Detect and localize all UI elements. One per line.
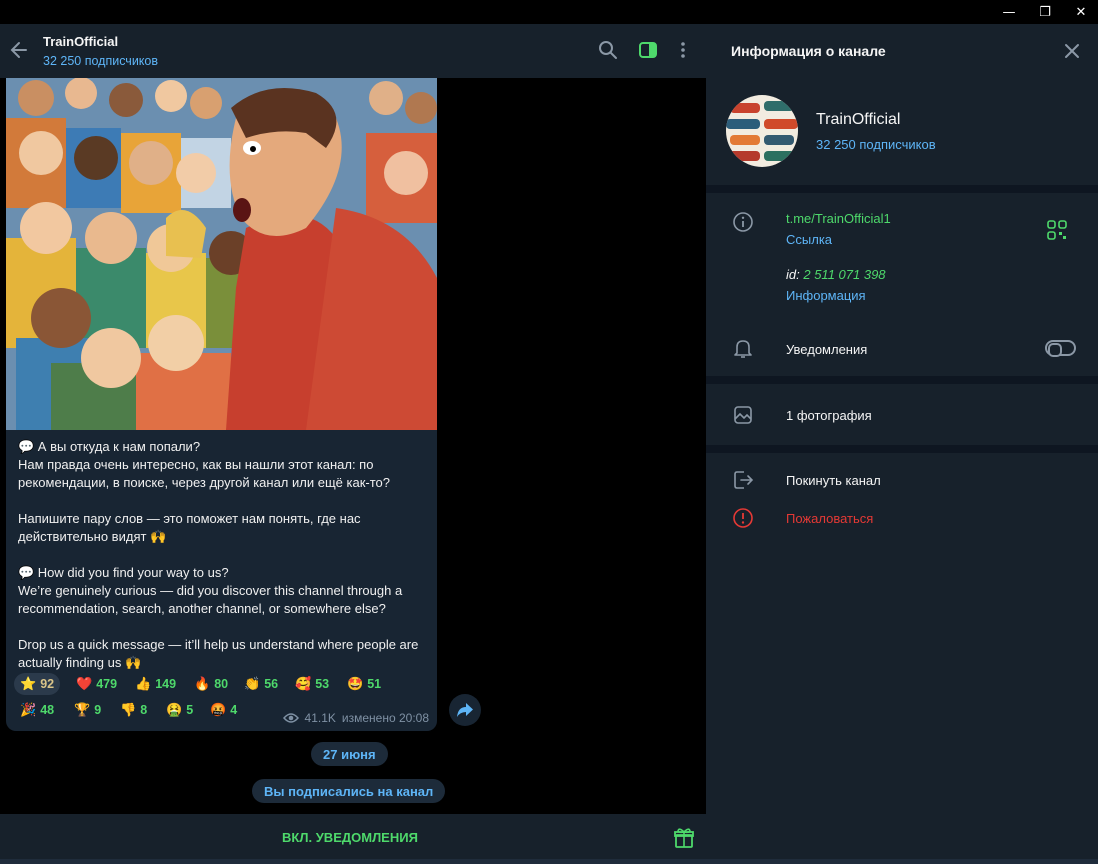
info-icon <box>733 212 753 232</box>
back-arrow-icon[interactable] <box>8 38 30 62</box>
panel-title: Информация о канале <box>731 43 886 59</box>
date-pill: 27 июня <box>311 742 388 766</box>
chat-subscribers: 32 250 подписчиков <box>43 54 159 68</box>
message-text: 💬 А вы откуда к нам попали? Нам правда о… <box>18 439 419 670</box>
reaction-star[interactable]: ⭐ 92 <box>14 673 61 695</box>
party-popper-icon: 🎉 <box>20 702 37 718</box>
thumbs-down-icon: 👎 <box>120 702 137 718</box>
section-divider <box>706 185 1098 193</box>
reaction-love-face[interactable]: 🥰 53 <box>289 673 335 695</box>
bottom-bar: ВКЛ. УВЕДОМЛЕНИЯ <box>0 814 706 864</box>
reaction-party[interactable]: 🎉 48 <box>14 699 60 721</box>
window-close-button[interactable]: ✕ <box>1064 0 1098 24</box>
gift-icon[interactable] <box>673 827 695 849</box>
section-divider <box>706 445 1098 453</box>
report-button[interactable]: Пожаловаться <box>786 511 873 526</box>
enable-notifications-button[interactable]: ВКЛ. УВЕДОМЛЕНИЯ <box>0 830 700 845</box>
leave-channel-button[interactable]: Покинуть канал <box>786 473 881 488</box>
minimize-button[interactable]: — <box>992 0 1026 24</box>
search-icon[interactable] <box>597 39 619 61</box>
channel-id-value: 2 511 071 398 <box>803 267 886 282</box>
message-meta: 41.1K изменено 20:08 <box>282 711 429 725</box>
service-message: Вы подписались на канал <box>252 779 446 803</box>
photo-icon <box>734 406 752 424</box>
share-button[interactable] <box>449 694 481 726</box>
reaction-angry[interactable]: 🤬 4 <box>204 699 243 721</box>
chat-header: TrainOfficial 32 250 подписчиков <box>0 24 706 78</box>
eye-icon <box>282 713 299 723</box>
clap-icon: 👏 <box>244 676 261 692</box>
notifications-label: Уведомления <box>786 342 868 357</box>
share-arrow-icon <box>457 703 473 717</box>
heart-icon: ❤️ <box>76 676 93 692</box>
view-count: 41.1K <box>304 711 336 725</box>
channel-link[interactable]: t.me/TrainOfficial1 <box>786 211 891 226</box>
report-icon <box>733 508 753 528</box>
cursing-face-icon: 🤬 <box>210 702 227 718</box>
reaction-heart[interactable]: ❤️ 479 <box>70 673 123 695</box>
channel-avatar[interactable] <box>726 95 798 167</box>
bottom-edge <box>0 859 1098 864</box>
notifications-toggle[interactable] <box>1045 340 1076 357</box>
channel-subscribers: 32 250 подписчиков <box>816 137 936 152</box>
bell-icon <box>734 340 752 358</box>
section-divider <box>706 376 1098 384</box>
reaction-thumbs-up[interactable]: 👍 149 <box>129 673 182 695</box>
channel-id-prefix: id: <box>786 267 800 282</box>
channel-id[interactable]: id: 2 511 071 398 <box>786 267 886 282</box>
star-struck-icon: 🤩 <box>347 676 364 692</box>
reaction-thumbs-down[interactable]: 👎 8 <box>114 699 153 721</box>
reaction-vomit[interactable]: 🤮 5 <box>160 699 199 721</box>
edited-time: изменено 20:08 <box>341 711 429 725</box>
reaction-star-struck[interactable]: 🤩 51 <box>341 673 387 695</box>
fire-icon: 🔥 <box>194 676 211 692</box>
channel-id-label: Информация <box>786 288 866 303</box>
smiling-face-hearts-icon: 🥰 <box>295 676 312 692</box>
channel-message[interactable]: 💬 А вы откуда к нам попали? Нам правда о… <box>6 78 437 731</box>
chat-title[interactable]: TrainOfficial <box>43 34 118 49</box>
maximize-button[interactable]: ❐ <box>1028 0 1062 24</box>
trophy-icon: 🏆 <box>74 702 91 718</box>
channel-name: TrainOfficial <box>816 111 901 128</box>
window-titlebar: — ❐ ✕ <box>0 0 1098 24</box>
sidebar-toggle-icon[interactable] <box>637 39 659 61</box>
reaction-trophy[interactable]: 🏆 9 <box>68 699 107 721</box>
message-image[interactable] <box>6 78 437 430</box>
qr-code-icon[interactable] <box>1046 219 1068 241</box>
vomiting-face-icon: 🤮 <box>166 702 183 718</box>
photos-row[interactable]: 1 фотография <box>786 408 872 423</box>
reaction-fire[interactable]: 🔥 80 <box>188 673 234 695</box>
star-icon: ⭐ <box>20 676 37 692</box>
channel-info-panel: Информация о канале TrainOfficial 32 250… <box>706 24 1098 859</box>
leave-icon <box>734 471 754 489</box>
reaction-clap[interactable]: 👏 56 <box>238 673 284 695</box>
thumbs-up-icon: 👍 <box>135 676 152 692</box>
channel-link-label: Ссылка <box>786 232 833 247</box>
more-menu-icon[interactable] <box>672 39 694 61</box>
chat-area: TrainOfficial 32 250 подписчиков 💬 А вы … <box>0 24 706 864</box>
close-icon[interactable] <box>1061 40 1083 62</box>
